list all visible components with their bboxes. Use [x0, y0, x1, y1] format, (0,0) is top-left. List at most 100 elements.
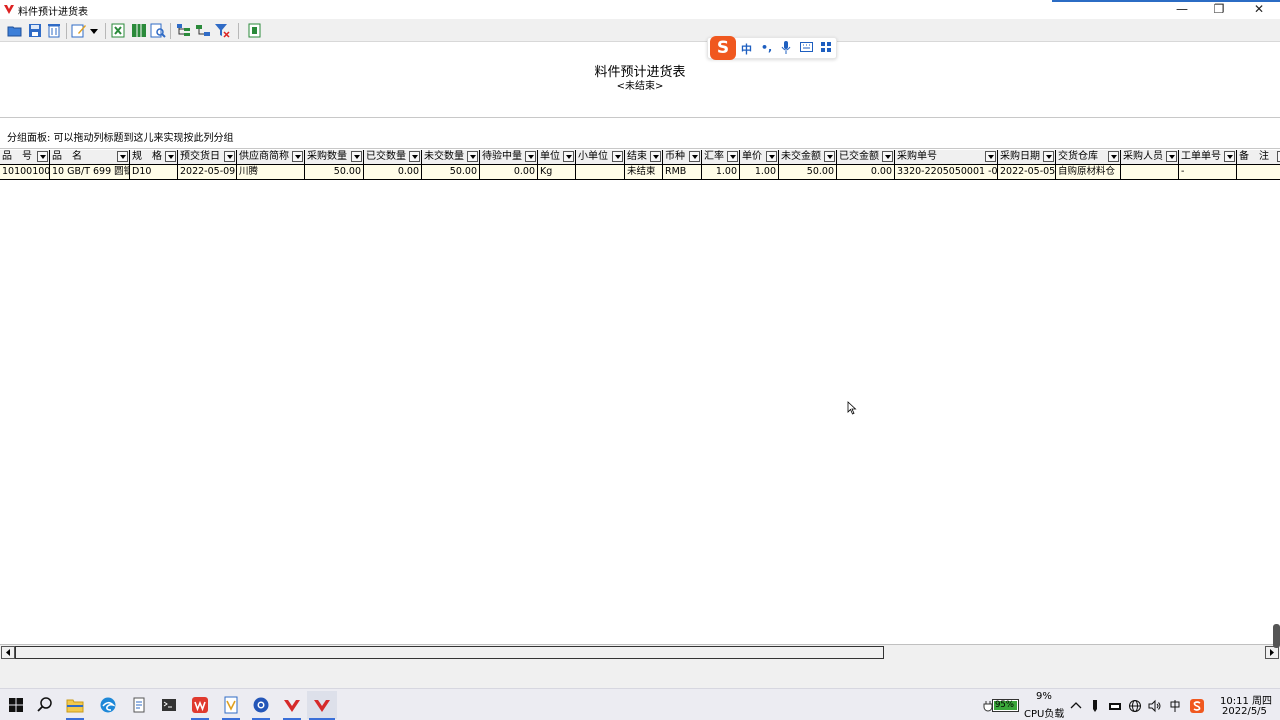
- column-filter-dropdown-icon[interactable]: [1166, 151, 1177, 162]
- chevron-up-icon[interactable]: [1069, 699, 1083, 713]
- table-cell[interactable]: 自购原材料仓: [1056, 165, 1121, 179]
- column-filter-dropdown-icon[interactable]: [766, 151, 777, 162]
- ime-toolbar[interactable]: S 中 •,: [707, 36, 837, 60]
- column-header[interactable]: 已交金额: [837, 150, 895, 165]
- column-header[interactable]: 采购数量: [305, 150, 364, 165]
- wps-icon[interactable]: [189, 694, 211, 716]
- column-header[interactable]: 已交数量: [364, 150, 422, 165]
- column-header[interactable]: 交货仓库: [1056, 150, 1121, 165]
- column-header[interactable]: 采购单号: [895, 150, 998, 165]
- scroll-thumb[interactable]: [15, 646, 884, 659]
- group-panel[interactable]: 分组面板: 可以拖动列标题到这儿来实现按此列分组: [0, 119, 1280, 149]
- table-cell[interactable]: 2022-05-09: [178, 165, 237, 179]
- search-icon[interactable]: [34, 694, 56, 716]
- column-header[interactable]: 规 格: [130, 150, 178, 165]
- pen-icon[interactable]: [1088, 699, 1102, 713]
- table-cell[interactable]: 50.00: [305, 165, 364, 179]
- table-cell[interactable]: 未结束: [625, 165, 663, 179]
- table-cell[interactable]: [1237, 165, 1280, 179]
- restore-button[interactable]: ❐: [1201, 1, 1237, 18]
- column-filter-dropdown-icon[interactable]: [689, 151, 700, 162]
- column-header[interactable]: 采购日期: [998, 150, 1056, 165]
- clock-date[interactable]: 2022/5/5: [1222, 706, 1267, 717]
- edit-icon[interactable]: [71, 23, 87, 38]
- table-cell[interactable]: 2022-05-05: [998, 165, 1056, 179]
- column-filter-dropdown-icon[interactable]: [985, 151, 996, 162]
- column-filter-dropdown-icon[interactable]: [165, 151, 176, 162]
- column-filter-dropdown-icon[interactable]: [882, 151, 893, 162]
- table-cell[interactable]: 10 GB/T 699 圆钢: [50, 165, 130, 179]
- table-cell[interactable]: 0.00: [364, 165, 422, 179]
- exit-icon[interactable]: [247, 23, 263, 38]
- column-filter-dropdown-icon[interactable]: [292, 151, 303, 162]
- notepad-icon[interactable]: [128, 694, 150, 716]
- export-icon[interactable]: [111, 23, 127, 38]
- column-filter-dropdown-icon[interactable]: [563, 151, 574, 162]
- column-header[interactable]: 供应商简称: [237, 150, 305, 165]
- ime-punctuation[interactable]: •,: [761, 41, 772, 54]
- column-filter-dropdown-icon[interactable]: [1043, 151, 1054, 162]
- table-cell[interactable]: 1.00: [740, 165, 779, 179]
- battery-indicator[interactable]: 95%: [992, 699, 1019, 712]
- table-cell[interactable]: 0.00: [480, 165, 538, 179]
- print-preview-icon[interactable]: [150, 23, 166, 38]
- open-folder-icon[interactable]: [7, 23, 23, 38]
- apps-icon[interactable]: [820, 41, 832, 53]
- column-filter-dropdown-icon[interactable]: [824, 151, 835, 162]
- table-row[interactable]: 10100100410 GB/T 699 圆钢D102022-05-09川腾50…: [0, 165, 1280, 180]
- table-cell[interactable]: -: [1179, 165, 1237, 179]
- close-button[interactable]: ✕: [1241, 1, 1277, 18]
- ime-mode[interactable]: 中: [741, 41, 752, 57]
- table-cell[interactable]: [1121, 165, 1179, 179]
- table-cell[interactable]: 0.00: [837, 165, 895, 179]
- table-cell[interactable]: Kg: [538, 165, 576, 179]
- column-filter-dropdown-icon[interactable]: [727, 151, 738, 162]
- dropdown-icon[interactable]: [89, 23, 99, 38]
- vertical-scroll-thumb[interactable]: [1273, 624, 1280, 648]
- column-filter-dropdown-icon[interactable]: [1224, 151, 1235, 162]
- column-header[interactable]: 小单位: [576, 150, 625, 165]
- column-header[interactable]: 未交数量: [422, 150, 480, 165]
- tree-icon[interactable]: [176, 23, 192, 38]
- table-cell[interactable]: 50.00: [422, 165, 480, 179]
- file-explorer-icon[interactable]: [64, 694, 86, 716]
- group-icon[interactable]: [195, 23, 211, 38]
- column-header[interactable]: 单位: [538, 150, 576, 165]
- document-icon[interactable]: [220, 694, 242, 716]
- table-cell[interactable]: 101001004: [0, 165, 50, 179]
- minimize-button[interactable]: —: [1164, 1, 1200, 18]
- scroll-left-button[interactable]: [1, 646, 15, 659]
- horizontal-scrollbar[interactable]: [0, 644, 1280, 659]
- column-header[interactable]: 品 号: [0, 150, 50, 165]
- mic-icon[interactable]: [781, 41, 791, 55]
- browser-icon[interactable]: [250, 694, 272, 716]
- input-method-icon[interactable]: [1168, 699, 1182, 713]
- data-grid[interactable]: 品 号 品 名 规 格 预交货日 供应商简称 采购数量 已交数量 未交数量 待验中量 单位 小单位 结…: [0, 150, 1280, 644]
- table-cell[interactable]: 川腾: [237, 165, 305, 179]
- edge-icon[interactable]: [97, 694, 119, 716]
- column-header[interactable]: 品 名: [50, 150, 130, 165]
- column-header[interactable]: 备 注: [1237, 150, 1280, 165]
- table-cell[interactable]: 3320-2205050001 -0002: [895, 165, 998, 179]
- column-header[interactable]: 汇率: [702, 150, 740, 165]
- table-cell[interactable]: D10: [130, 165, 178, 179]
- device-icon[interactable]: [1108, 699, 1122, 713]
- table-cell[interactable]: 50.00: [779, 165, 837, 179]
- column-filter-dropdown-icon[interactable]: [351, 151, 362, 162]
- delete-icon[interactable]: [46, 23, 62, 38]
- sogou-logo-icon[interactable]: S: [710, 36, 736, 60]
- column-filter-dropdown-icon[interactable]: [37, 151, 48, 162]
- column-header[interactable]: 待验中量: [480, 150, 538, 165]
- windows-start-icon[interactable]: [5, 694, 27, 716]
- columns-icon[interactable]: [131, 23, 147, 38]
- column-header[interactable]: 采购人员: [1121, 150, 1179, 165]
- column-filter-dropdown-icon[interactable]: [117, 151, 128, 162]
- keyboard-icon[interactable]: [800, 41, 813, 53]
- column-filter-dropdown-icon[interactable]: [467, 151, 478, 162]
- column-filter-dropdown-icon[interactable]: [525, 151, 536, 162]
- volume-icon[interactable]: [1148, 699, 1162, 713]
- column-filter-dropdown-icon[interactable]: [409, 151, 420, 162]
- clock-time[interactable]: 10:11 周四: [1220, 692, 1272, 707]
- column-filter-dropdown-icon[interactable]: [650, 151, 661, 162]
- column-header[interactable]: 工单单号: [1179, 150, 1237, 165]
